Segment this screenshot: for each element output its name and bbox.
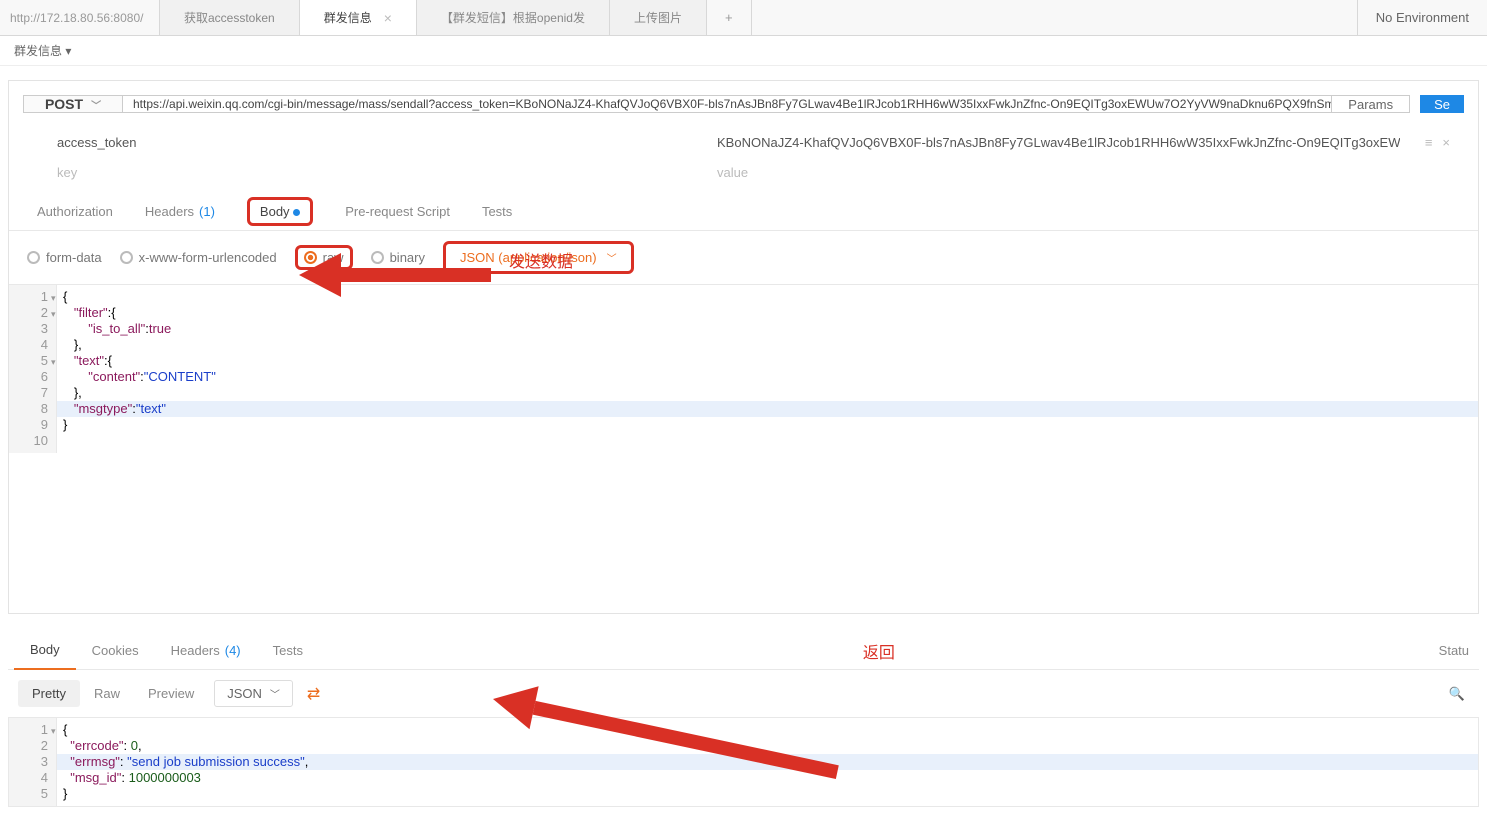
chevron-down-icon: ﹀ [91,97,101,112]
body-active-dot-icon [293,209,300,216]
response-panel: Body Cookies Headers (4) Tests 返回 Statu … [8,632,1479,807]
search-icon[interactable]: 🔍 [1445,682,1469,706]
view-raw[interactable]: Raw [80,680,134,707]
radio-urlencoded[interactable]: x-www-form-urlencoded [120,250,277,265]
wrap-lines-icon[interactable]: ⇄ [307,684,320,704]
tab-body[interactable]: Body [231,193,329,231]
tab-prerequest[interactable]: Pre-request Script [329,193,466,231]
response-format-selector[interactable]: JSON ﹀ [214,680,293,707]
tab-headers[interactable]: Headers (1) [129,193,231,231]
tab-tests[interactable]: Tests [466,193,528,231]
chevron-down-icon: ﹀ [607,250,617,265]
request-panel: POST﹀ https://api.weixin.qq.com/cgi-bin/… [8,80,1479,614]
param-value[interactable]: KBoNONaJZ4-KhafQVJoQ6VBX0F-bls7nAsJBn8Fy… [717,135,1400,150]
query-params-grid: access_token KBoNONaJZ4-KhafQVJoQ6VBX0F-… [9,127,1478,193]
request-subtabs: Authorization Headers (1) Body Pre-reque… [9,193,1478,231]
annotation-return: 返回 [863,639,895,663]
arrow-icon [299,253,341,297]
environment-selector[interactable]: No Environment [1357,0,1487,35]
instance-url: http://172.18.80.56:8080/ [0,0,160,35]
body-type-row: form-data x-www-form-urlencoded raw bina… [9,231,1478,284]
params-button[interactable]: Params [1332,95,1410,113]
delete-icon[interactable]: × [1442,135,1450,150]
top-tabbar: http://172.18.80.56:8080/ 获取accesstoken … [0,0,1487,36]
resp-tab-headers[interactable]: Headers (4) [155,632,257,670]
request-body-editor[interactable]: 1 2 3 4 5 6 7 8 9 10 ▾{ ▾ "filter":{ "is… [9,284,1478,453]
chevron-down-icon: ﹀ [270,686,280,701]
view-preview[interactable]: Preview [134,680,208,707]
breadcrumb[interactable]: 群发信息 ▾ [0,36,1487,66]
resp-tab-tests[interactable]: Tests [257,632,319,670]
arrow-icon [488,677,538,729]
tab-mass-sms[interactable]: 【群发短信】根据openid发 [417,0,610,35]
resp-tab-cookies[interactable]: Cookies [76,632,155,670]
tab-authorization[interactable]: Authorization [21,193,129,231]
response-status: Statu [1439,643,1473,658]
param-key[interactable]: access_token [57,135,717,150]
close-icon[interactable]: × [384,10,392,26]
view-pretty[interactable]: Pretty [18,680,80,707]
param-value-placeholder[interactable]: value [717,165,1400,180]
http-method-selector[interactable]: POST﹀ [23,95,123,113]
resp-tab-body[interactable]: Body [14,632,76,670]
tab-upload-image[interactable]: 上传图片 [610,0,707,35]
tab-massmsg[interactable]: 群发信息 × [300,0,417,35]
send-button[interactable]: Se [1420,95,1464,113]
radio-form-data[interactable]: form-data [27,250,102,265]
add-tab-button[interactable]: + [707,0,752,35]
tab-accesstoken[interactable]: 获取accesstoken [160,0,300,35]
annotation-send-data: 发送数据 [509,248,573,272]
drag-icon[interactable]: ≡ [1425,135,1433,150]
request-url-input[interactable]: https://api.weixin.qq.com/cgi-bin/messag… [123,95,1332,113]
param-key-placeholder[interactable]: key [57,165,717,180]
